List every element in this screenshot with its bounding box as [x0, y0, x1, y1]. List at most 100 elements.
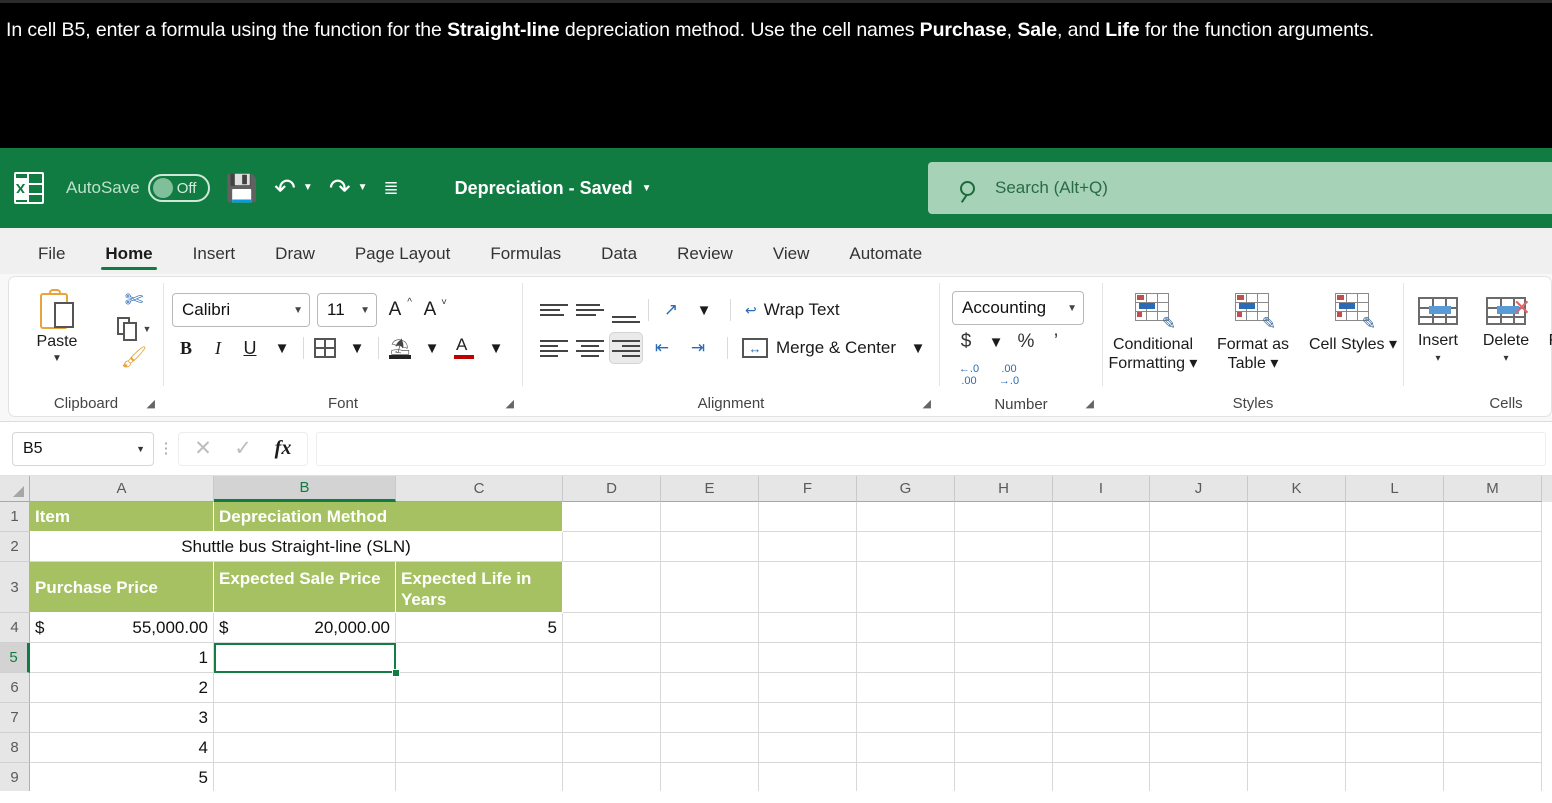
cell-M2[interactable]: [1444, 532, 1542, 562]
accounting-format-button[interactable]: $: [952, 331, 980, 353]
cell-F1[interactable]: [759, 502, 857, 532]
cell-L4[interactable]: [1346, 613, 1444, 643]
ribbon-tab-automate[interactable]: Automate: [829, 244, 942, 274]
cell-I9[interactable]: [1053, 763, 1150, 791]
borders-caret-icon[interactable]: ▼: [343, 333, 371, 363]
format-cells-button[interactable]: Format▾: [1540, 291, 1552, 364]
cell-B8[interactable]: [214, 733, 396, 763]
accounting-format-caret-icon[interactable]: ▼: [982, 327, 1010, 357]
orientation-caret-icon[interactable]: ▼: [690, 295, 718, 325]
chevron-down-icon[interactable]: ▾: [1185, 355, 1197, 372]
format-painter-button[interactable]: 🖌: [121, 347, 148, 368]
cell-F9[interactable]: [759, 763, 857, 791]
cancel-icon[interactable]: ✕: [183, 436, 223, 461]
column-header-J[interactable]: J: [1150, 476, 1248, 502]
font-color-button[interactable]: A: [450, 333, 478, 363]
cell-A5[interactable]: 1: [30, 643, 214, 673]
copy-button[interactable]: ▼: [116, 317, 152, 341]
align-top-button[interactable]: [537, 294, 571, 326]
insert-cells-button[interactable]: Insert ▾: [1404, 291, 1472, 364]
cell-H5[interactable]: [955, 643, 1053, 673]
column-header-F[interactable]: F: [759, 476, 857, 502]
cell-J9[interactable]: [1150, 763, 1248, 791]
column-header-K[interactable]: K: [1248, 476, 1346, 502]
cell-L3[interactable]: [1346, 562, 1444, 613]
bold-button[interactable]: B: [172, 333, 200, 363]
undo-caret-icon[interactable]: ▼: [303, 183, 313, 193]
cell-H7[interactable]: [955, 703, 1053, 733]
column-header-I[interactable]: I: [1053, 476, 1150, 502]
cell-G2[interactable]: [857, 532, 955, 562]
cell-D7[interactable]: [563, 703, 661, 733]
merge-and-center-button[interactable]: ↔ Merge & Center ▼: [742, 333, 932, 363]
cell-J7[interactable]: [1150, 703, 1248, 733]
enter-checkmark-icon[interactable]: ✓: [223, 436, 263, 461]
row-header-7[interactable]: 7: [0, 703, 30, 733]
cell-F4[interactable]: [759, 613, 857, 643]
column-header-B[interactable]: B: [214, 476, 396, 502]
cell-J1[interactable]: [1150, 502, 1248, 532]
increase-font-size-button[interactable]: A ^: [384, 295, 412, 325]
format-as-table-button[interactable]: ✎ Format as Table ▾: [1203, 291, 1303, 373]
cell-E5[interactable]: [661, 643, 759, 673]
paste-caret-icon[interactable]: ▼: [52, 353, 62, 364]
font-color-caret-icon[interactable]: ▼: [482, 333, 510, 363]
row-header-8[interactable]: 8: [0, 733, 30, 763]
cell-G3[interactable]: [857, 562, 955, 613]
cell-K2[interactable]: [1248, 532, 1346, 562]
align-left-button[interactable]: [537, 332, 571, 364]
cell-I7[interactable]: [1053, 703, 1150, 733]
name-box-caret-icon[interactable]: ▼: [136, 444, 145, 454]
underline-caret-icon[interactable]: ▼: [268, 333, 296, 363]
cell-F6[interactable]: [759, 673, 857, 703]
comma-style-button[interactable]: ’: [1042, 331, 1070, 353]
ribbon-tab-formulas[interactable]: Formulas: [470, 244, 581, 274]
cell-M4[interactable]: [1444, 613, 1542, 643]
chevron-down-icon[interactable]: ▼: [1067, 303, 1077, 314]
cell-D4[interactable]: [563, 613, 661, 643]
percent-style-button[interactable]: %: [1012, 331, 1040, 353]
cell-A2[interactable]: Shuttle bus Straight-line (SLN): [30, 532, 563, 562]
ribbon-tab-view[interactable]: View: [753, 244, 830, 274]
font-size-combobox[interactable]: 11 ▼: [317, 293, 377, 327]
cell-I1[interactable]: [1053, 502, 1150, 532]
cell-K7[interactable]: [1248, 703, 1346, 733]
chevron-down-icon[interactable]: ▼: [293, 305, 303, 316]
cell-M8[interactable]: [1444, 733, 1542, 763]
autosave-toggle[interactable]: Off: [147, 174, 210, 202]
cell-I2[interactable]: [1053, 532, 1150, 562]
underline-button[interactable]: U: [236, 333, 264, 363]
cell-I8[interactable]: [1053, 733, 1150, 763]
ribbon-tab-draw[interactable]: Draw: [255, 244, 335, 274]
cell-G6[interactable]: [857, 673, 955, 703]
cell-L2[interactable]: [1346, 532, 1444, 562]
ribbon-tab-review[interactable]: Review: [657, 244, 753, 274]
conditional-formatting-button[interactable]: ✎ Conditional Formatting ▾: [1103, 291, 1203, 373]
cell-M6[interactable]: [1444, 673, 1542, 703]
column-header-C[interactable]: C: [396, 476, 563, 502]
cell-E8[interactable]: [661, 733, 759, 763]
copy-caret-icon[interactable]: ▼: [143, 324, 152, 334]
decrease-decimal-icon[interactable]: .00 →.0: [992, 364, 1026, 387]
cell-M5[interactable]: [1444, 643, 1542, 673]
row-header-4[interactable]: 4: [0, 613, 30, 643]
cell-H9[interactable]: [955, 763, 1053, 791]
cell-E9[interactable]: [661, 763, 759, 791]
document-title-caret-icon[interactable]: ▼: [642, 183, 652, 194]
cell-I3[interactable]: [1053, 562, 1150, 613]
cell-F7[interactable]: [759, 703, 857, 733]
column-header-H[interactable]: H: [955, 476, 1053, 502]
cell-G4[interactable]: [857, 613, 955, 643]
column-header-E[interactable]: E: [661, 476, 759, 502]
cell-E7[interactable]: [661, 703, 759, 733]
ribbon-tab-insert[interactable]: Insert: [173, 244, 256, 274]
delete-cells-button[interactable]: ✕ Delete ▾: [1472, 291, 1540, 365]
cell-D8[interactable]: [563, 733, 661, 763]
italic-button[interactable]: I: [204, 333, 232, 363]
row-header-2[interactable]: 2: [0, 532, 30, 562]
cell-F8[interactable]: [759, 733, 857, 763]
cell-C6[interactable]: [396, 673, 563, 703]
orientation-button[interactable]: ↗: [654, 294, 688, 326]
align-bottom-button[interactable]: [609, 294, 643, 326]
formula-bar-options-icon[interactable]: ⋮: [154, 441, 178, 456]
